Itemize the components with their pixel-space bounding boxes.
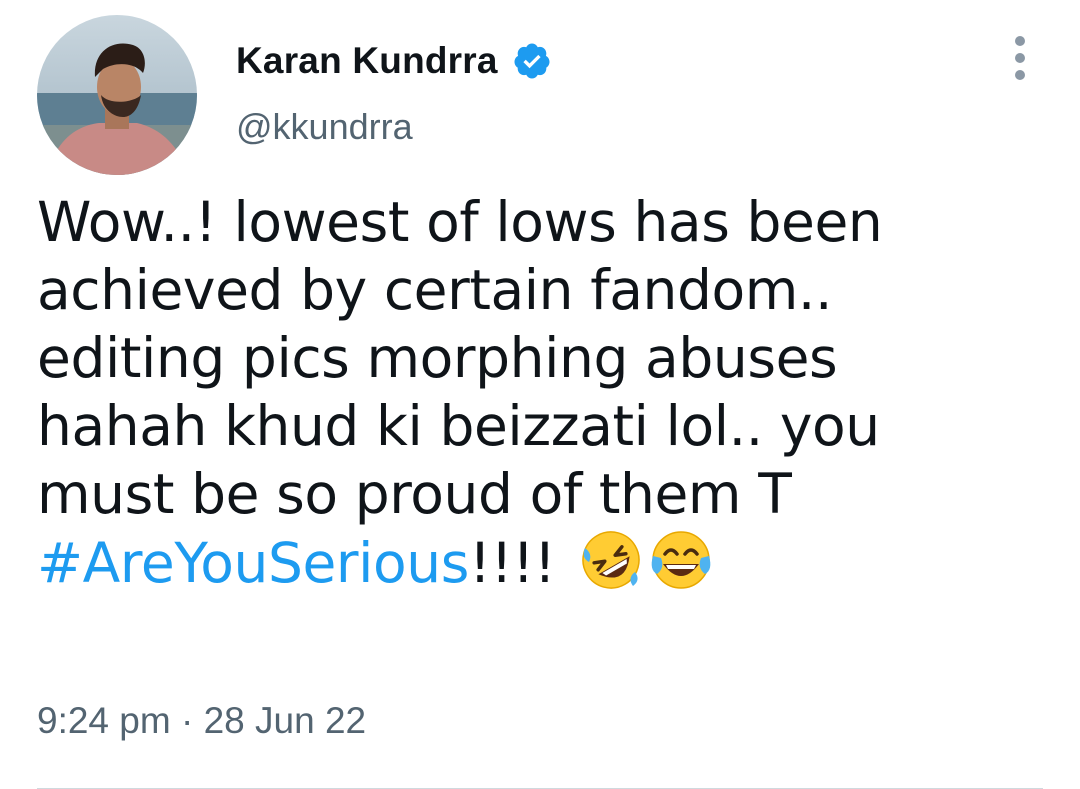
- tweet-time: 9:24 pm: [37, 700, 171, 741]
- rolling-on-the-floor-laughing-emoji: [581, 531, 640, 589]
- display-name[interactable]: Karan Kundrra: [236, 40, 498, 82]
- tweet-card: Karan Kundrra @kkundrra Wow..! lowest of…: [0, 0, 1080, 789]
- tweet-date: 28 Jun 22: [203, 700, 367, 741]
- tweet-text-line: Wow..! lowest of lows has been: [37, 190, 883, 254]
- more-dot: [1015, 36, 1025, 46]
- verified-badge-icon: [514, 43, 550, 79]
- tweet-text-line: must be so proud of them T: [37, 462, 792, 526]
- user-name-row: Karan Kundrra: [236, 38, 552, 84]
- meta-separator: ·: [170, 700, 204, 741]
- tweet-text-line-hashtag: #AreYouSerious!!!!: [37, 528, 1047, 597]
- more-dot: [1015, 53, 1025, 63]
- hashtag-link[interactable]: #AreYouSerious: [37, 531, 469, 595]
- profile-photo: [37, 15, 197, 175]
- more-dot: [1015, 70, 1025, 80]
- face-with-tears-of-joy-emoji: [651, 531, 710, 589]
- tweet-text-line: achieved by certain fandom..: [37, 258, 833, 322]
- user-handle[interactable]: @kkundrra: [236, 106, 413, 148]
- more-options-icon[interactable]: [1000, 36, 1040, 80]
- tweet-timestamp[interactable]: 9:24 pm · 28 Jun 22: [37, 700, 366, 742]
- tweet-text-line: editing pics morphing abuses: [37, 326, 838, 390]
- avatar[interactable]: [37, 15, 197, 175]
- tweet-text: Wow..! lowest of lows has been achieved …: [37, 188, 1047, 597]
- tweet-text-line: hahah khud ki beizzati lol.. you: [37, 394, 880, 458]
- trailing-text: !!!!: [468, 531, 556, 595]
